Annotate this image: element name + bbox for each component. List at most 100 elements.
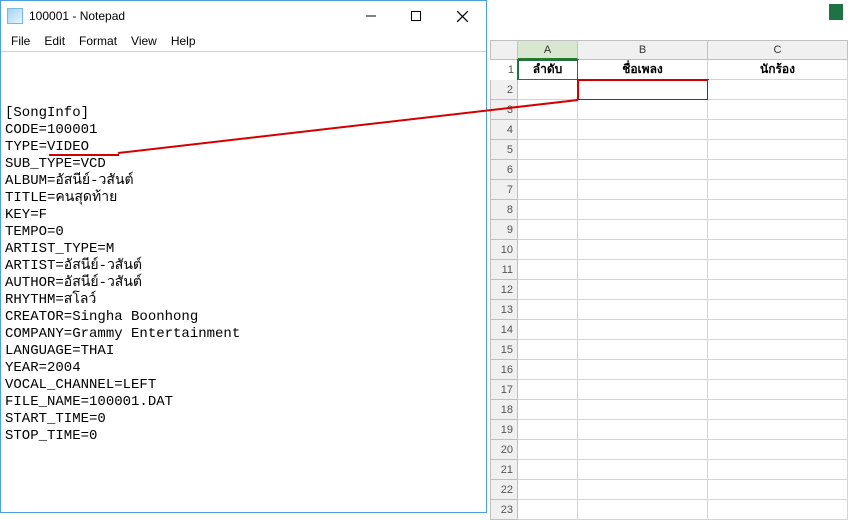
- cell-B5[interactable]: [578, 140, 708, 160]
- cell-A1[interactable]: ลำดับ: [518, 60, 578, 80]
- cell-A6[interactable]: [518, 160, 578, 180]
- cell-B19[interactable]: [578, 420, 708, 440]
- row-header[interactable]: 3: [490, 100, 518, 120]
- cell-C7[interactable]: [708, 180, 848, 200]
- cell-C2[interactable]: [708, 80, 848, 100]
- cell-C3[interactable]: [708, 100, 848, 120]
- cell-A12[interactable]: [518, 280, 578, 300]
- column-header-c[interactable]: C: [708, 40, 848, 60]
- menu-help[interactable]: Help: [165, 32, 202, 50]
- row-header[interactable]: 20: [490, 440, 518, 460]
- cell-A8[interactable]: [518, 200, 578, 220]
- cell-C22[interactable]: [708, 480, 848, 500]
- cell-C14[interactable]: [708, 320, 848, 340]
- cell-B21[interactable]: [578, 460, 708, 480]
- cell-C13[interactable]: [708, 300, 848, 320]
- cell-B9[interactable]: [578, 220, 708, 240]
- cell-A21[interactable]: [518, 460, 578, 480]
- row-header[interactable]: 10: [490, 240, 518, 260]
- cell-C5[interactable]: [708, 140, 848, 160]
- cell-B14[interactable]: [578, 320, 708, 340]
- cell-C1[interactable]: นักร้อง: [708, 60, 848, 80]
- cell-A13[interactable]: [518, 300, 578, 320]
- row-header[interactable]: 5: [490, 140, 518, 160]
- row-header[interactable]: 13: [490, 300, 518, 320]
- cell-A14[interactable]: [518, 320, 578, 340]
- cell-A9[interactable]: [518, 220, 578, 240]
- column-header-b[interactable]: B: [578, 40, 708, 60]
- cell-C20[interactable]: [708, 440, 848, 460]
- cell-A18[interactable]: [518, 400, 578, 420]
- cell-A10[interactable]: [518, 240, 578, 260]
- cell-C4[interactable]: [708, 120, 848, 140]
- cell-B13[interactable]: [578, 300, 708, 320]
- row-header[interactable]: 18: [490, 400, 518, 420]
- cell-B2[interactable]: [578, 80, 708, 100]
- cell-C16[interactable]: [708, 360, 848, 380]
- cell-A23[interactable]: [518, 500, 578, 520]
- menu-file[interactable]: File: [5, 32, 36, 50]
- cell-C15[interactable]: [708, 340, 848, 360]
- select-all-corner[interactable]: [490, 40, 518, 60]
- cell-B16[interactable]: [578, 360, 708, 380]
- cell-A20[interactable]: [518, 440, 578, 460]
- cell-C17[interactable]: [708, 380, 848, 400]
- row-header[interactable]: 15: [490, 340, 518, 360]
- cell-C10[interactable]: [708, 240, 848, 260]
- cell-B17[interactable]: [578, 380, 708, 400]
- row-header[interactable]: 7: [490, 180, 518, 200]
- row-header[interactable]: 17: [490, 380, 518, 400]
- row-header[interactable]: 16: [490, 360, 518, 380]
- cell-C6[interactable]: [708, 160, 848, 180]
- row-header[interactable]: 19: [490, 420, 518, 440]
- close-button[interactable]: [438, 1, 486, 31]
- cell-B20[interactable]: [578, 440, 708, 460]
- menu-edit[interactable]: Edit: [38, 32, 71, 50]
- cell-B3[interactable]: [578, 100, 708, 120]
- cell-A16[interactable]: [518, 360, 578, 380]
- cell-A5[interactable]: [518, 140, 578, 160]
- cell-A4[interactable]: [518, 120, 578, 140]
- column-header-a[interactable]: A: [518, 40, 578, 60]
- row-header[interactable]: 14: [490, 320, 518, 340]
- cell-C19[interactable]: [708, 420, 848, 440]
- row-header[interactable]: 12: [490, 280, 518, 300]
- cell-B11[interactable]: [578, 260, 708, 280]
- cell-B23[interactable]: [578, 500, 708, 520]
- titlebar[interactable]: 100001 - Notepad: [1, 1, 486, 31]
- text-area[interactable]: [SongInfo]CODE=100001TYPE=VIDEOSUB_TYPE=…: [1, 51, 486, 512]
- cell-A7[interactable]: [518, 180, 578, 200]
- row-header[interactable]: 22: [490, 480, 518, 500]
- row-header[interactable]: 6: [490, 160, 518, 180]
- minimize-button[interactable]: [348, 1, 393, 31]
- cell-B10[interactable]: [578, 240, 708, 260]
- cell-B22[interactable]: [578, 480, 708, 500]
- row-header[interactable]: 4: [490, 120, 518, 140]
- cell-B8[interactable]: [578, 200, 708, 220]
- row-header[interactable]: 8: [490, 200, 518, 220]
- cell-B1[interactable]: ชื่อเพลง: [578, 60, 708, 80]
- cell-A11[interactable]: [518, 260, 578, 280]
- cell-C8[interactable]: [708, 200, 848, 220]
- cell-B15[interactable]: [578, 340, 708, 360]
- cell-B12[interactable]: [578, 280, 708, 300]
- row-header[interactable]: 21: [490, 460, 518, 480]
- cell-A17[interactable]: [518, 380, 578, 400]
- cell-C12[interactable]: [708, 280, 848, 300]
- row-header[interactable]: 11: [490, 260, 518, 280]
- row-header[interactable]: 9: [490, 220, 518, 240]
- cell-A3[interactable]: [518, 100, 578, 120]
- cell-C21[interactable]: [708, 460, 848, 480]
- cell-A22[interactable]: [518, 480, 578, 500]
- menu-format[interactable]: Format: [73, 32, 123, 50]
- cell-C23[interactable]: [708, 500, 848, 520]
- cell-A19[interactable]: [518, 420, 578, 440]
- row-header[interactable]: 23: [490, 500, 518, 520]
- cell-B7[interactable]: [578, 180, 708, 200]
- cell-C11[interactable]: [708, 260, 848, 280]
- menu-view[interactable]: View: [125, 32, 163, 50]
- cell-B4[interactable]: [578, 120, 708, 140]
- row-header[interactable]: 2: [490, 80, 518, 100]
- cell-A15[interactable]: [518, 340, 578, 360]
- cell-C9[interactable]: [708, 220, 848, 240]
